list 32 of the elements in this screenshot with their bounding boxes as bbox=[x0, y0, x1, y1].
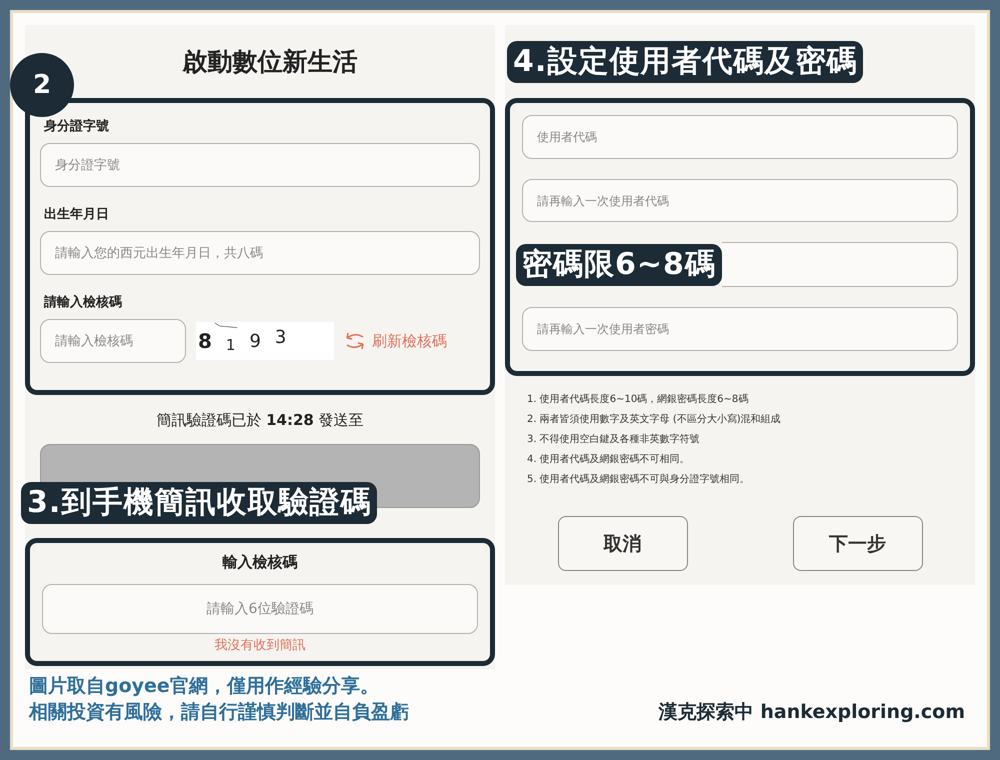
sms-notice: 簡訊驗證碼已於 14:28 發送至 bbox=[155, 411, 365, 430]
code-field[interactable]: 請輸入6位驗證碼 bbox=[42, 584, 478, 634]
input-field[interactable]: 請輸入您的西元出生年月日，共八碼 bbox=[40, 231, 480, 275]
page-title: 啟動數位新生活 bbox=[181, 46, 358, 78]
rule-text: 5. 使用者代碼及網銀密碼不可與身分證字號相同。 bbox=[527, 472, 751, 486]
captcha-digit: 1 bbox=[226, 336, 236, 354]
input-field[interactable]: 使用者代碼 bbox=[522, 115, 958, 159]
callout-text: 4.設定使用者代碼及密碼 bbox=[507, 40, 864, 82]
rule-text: 1. 使用者代碼長度6~10碼，網銀密碼長度6~8碼 bbox=[527, 392, 750, 406]
callout-text: 3.到手機簡訊收取驗證碼 bbox=[21, 482, 378, 524]
code-title: 輸入檢核碼 bbox=[222, 553, 298, 572]
captcha-digit: 3 bbox=[274, 326, 286, 348]
rule-text: 3. 不得使用空白鍵及各種非英數字符號 bbox=[527, 432, 701, 446]
caption-text: 相關投資有風險，請自行謹慎判斷並自負盈虧 bbox=[29, 700, 409, 725]
cancel-button[interactable]: 取消 bbox=[558, 516, 688, 571]
captcha-digit: 9 bbox=[249, 330, 261, 352]
captcha-digit: 8 bbox=[198, 329, 212, 353]
input-field[interactable]: 身分證字號 bbox=[40, 143, 480, 187]
input-field[interactable]: 請再輸入一次使用者密碼 bbox=[522, 307, 958, 352]
field-label: 出生年月日 bbox=[44, 206, 110, 223]
rule-text: 2. 兩者皆須使用數字及英文字母 (不區分大小寫)混和組成 bbox=[527, 412, 782, 426]
input-field[interactable] bbox=[722, 242, 958, 288]
field-label: 身分證字號 bbox=[44, 118, 110, 135]
field-label: 請輸入檢核碼 bbox=[44, 294, 123, 311]
credit-text: 漢克探索中 hankexploring.com bbox=[658, 700, 965, 725]
captcha-field[interactable]: 請輸入檢核碼 bbox=[40, 319, 186, 363]
rule-text: 4. 使用者代碼及網銀密碼不可相同。 bbox=[527, 452, 691, 466]
callout-text: 密碼限6~8碼 bbox=[516, 244, 722, 286]
caption-text: 圖片取自goyee官網，僅用作經驗分享。 bbox=[29, 674, 380, 699]
next-button[interactable]: 下一步 bbox=[792, 516, 922, 571]
input-field[interactable]: 請再輸入一次使用者代碼 bbox=[522, 178, 958, 222]
refresh-icon bbox=[344, 330, 366, 352]
